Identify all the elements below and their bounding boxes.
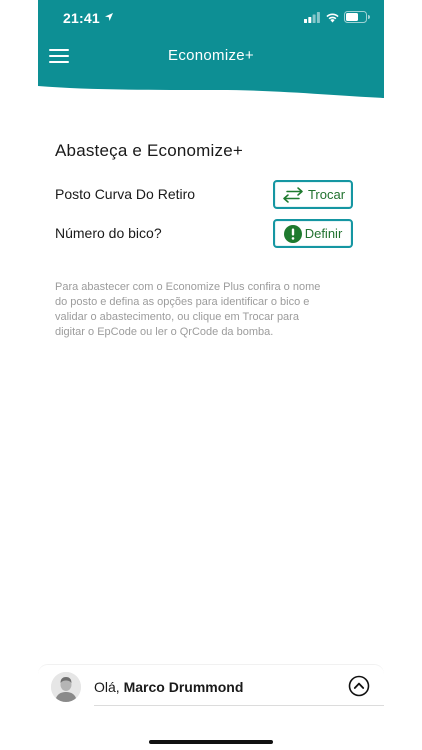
cellular-signal-icon <box>304 12 320 23</box>
user-avatar-icon <box>51 672 81 702</box>
define-nozzle-button[interactable]: Definir <box>273 219 353 248</box>
footer-divider <box>94 705 384 706</box>
nav-title: Economize+ <box>168 47 254 64</box>
app-header: 21:41 Economize+ <box>38 0 384 100</box>
change-station-button[interactable]: Trocar <box>273 180 353 209</box>
station-name: Posto Curva Do Retiro <box>55 186 196 202</box>
wifi-icon <box>326 13 339 23</box>
battery-icon <box>344 11 370 23</box>
user-footer: Olá, Marco Drummond <box>38 664 384 750</box>
help-text: Para abastecer com o Economize Plus conf… <box>55 280 365 340</box>
app-screen: 21:41 Economize+ Abasteça e Economize+ P… <box>38 0 384 750</box>
nozzle-question: Número do bico? <box>55 225 162 241</box>
nav-bar: Economize+ <box>38 36 384 76</box>
help-text-line: do posto e defina as opções para identif… <box>55 296 310 308</box>
greeting: Olá, Marco Drummond <box>94 679 243 695</box>
status-time: 21:41 <box>63 10 100 26</box>
help-text-line: digitar o EpCode ou ler o QrCode da bomb… <box>55 326 274 338</box>
home-indicator[interactable] <box>149 740 273 744</box>
avatar[interactable] <box>51 672 81 702</box>
status-bar: 21:41 <box>38 0 384 36</box>
location-arrow-icon <box>105 13 113 21</box>
help-text-line: Para abastecer com o Economize Plus conf… <box>55 281 321 293</box>
alert-icon <box>283 224 302 243</box>
greeting-prefix: Olá, <box>94 679 120 695</box>
change-station-label: Trocar <box>307 187 346 202</box>
help-text-line: validar o abastecimento, ou clique em Tr… <box>55 311 299 323</box>
swap-arrows-icon <box>283 186 303 203</box>
chevron-up-circle-icon[interactable] <box>348 675 370 697</box>
define-nozzle-label: Definir <box>304 226 343 241</box>
page-title: Abasteça e Economize+ <box>55 141 244 160</box>
user-name: Marco Drummond <box>123 679 244 695</box>
